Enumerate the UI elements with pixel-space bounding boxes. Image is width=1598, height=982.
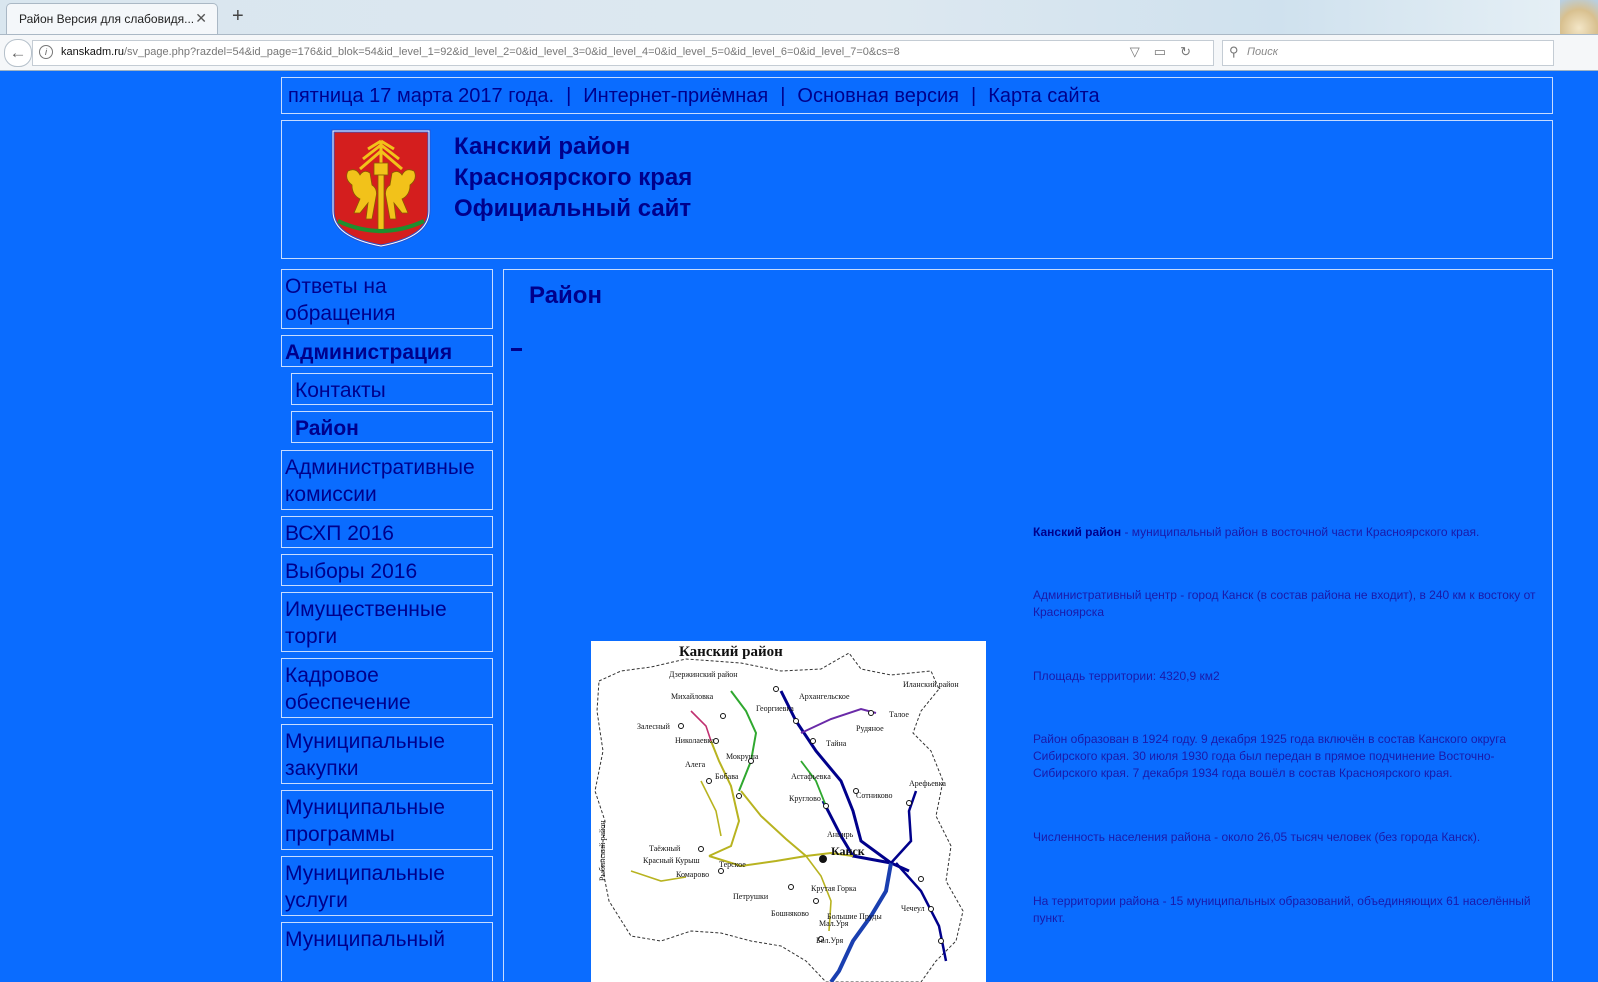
map-label: Комарово: [676, 870, 709, 879]
sidebar-item-district[interactable]: Район: [291, 411, 493, 443]
top-info-bar: пятница 17 марта 2017 года. | Интернет-при…: [281, 77, 1553, 114]
map-label: Дзержинский район: [669, 670, 738, 679]
info-text: - муниципальный район в восточной части …: [1121, 525, 1480, 539]
map-label: Бобава: [715, 772, 739, 781]
info-paragraph: На территории района - 15 муниципальных …: [1033, 893, 1543, 927]
page-title: Район: [529, 282, 602, 309]
sidebar-item-services[interactable]: Муниципальные услуги: [281, 856, 493, 916]
info-paragraph: Канский район - муниципальный район в во…: [1033, 524, 1543, 541]
dash-marker: [511, 348, 522, 351]
map-label: Петрушки: [733, 892, 769, 901]
sidebar-item-administration[interactable]: Администрация: [281, 335, 493, 367]
map-label: Бошняково: [771, 909, 809, 918]
search-icon: ⚲: [1229, 44, 1239, 59]
sidebar-item-programs[interactable]: Муниципальные программы: [281, 790, 493, 850]
separator: |: [566, 85, 572, 107]
map-label: Красный Курыш: [643, 856, 700, 865]
info-paragraph: Административный центр - город Канск (в …: [1033, 587, 1543, 621]
link-sitemap[interactable]: Карта сайта: [988, 85, 1099, 107]
sidebar-item-municipal[interactable]: Муниципальный: [281, 922, 493, 981]
reader-view-icon[interactable]: ▭: [1154, 44, 1180, 59]
browser-tab[interactable]: Район Версия для слабовидя... ✕: [6, 3, 218, 34]
navigation-bar: ← i kanskadm.ru/sv_page.php?razdel=54&id…: [0, 34, 1598, 70]
current-date: пятница 17 марта 2017 года.: [288, 85, 555, 107]
map-label: Михайловка: [671, 692, 714, 701]
map-label: Сотниково: [856, 791, 893, 800]
map-label: Георгиевка: [756, 704, 794, 713]
main-content: Район Канский район Дзержинский район Ил…: [503, 269, 1553, 982]
map-label: Анцирь: [827, 830, 854, 839]
map-label: Крутая Горка: [811, 884, 857, 893]
site-title-line: Официальный сайт: [454, 195, 692, 222]
map-title: Канский район: [679, 644, 783, 660]
site-info-icon[interactable]: i: [39, 45, 53, 59]
map-label: Рудяное: [856, 724, 884, 733]
info-text: Район образован в 1924 году. 9 декабря 1…: [1033, 732, 1507, 780]
info-text: Площадь территории: 4320,9 км2: [1033, 669, 1220, 683]
map-label: Канск: [831, 844, 865, 858]
tab-title: Район Версия для слабовидя...: [19, 12, 195, 26]
map-label: Рыбинский район: [598, 820, 607, 881]
separator: |: [970, 85, 977, 107]
map-label: Круглово: [789, 794, 821, 803]
search-placeholder: Поиск: [1247, 46, 1278, 58]
coat-of-arms-icon: [331, 129, 431, 247]
map-label: Николаевка: [675, 736, 715, 745]
info-text: Численность населения района - около 26,…: [1033, 830, 1481, 844]
map-label: Таёжный: [649, 844, 681, 853]
map-label: Терское: [719, 860, 746, 869]
search-bar[interactable]: ⚲ Поиск: [1222, 40, 1554, 66]
dropdown-icon[interactable]: ▽: [1130, 44, 1154, 59]
sidebar-item-procurement[interactable]: Муниципальные закупки: [281, 724, 493, 784]
map-label: Чечеул: [901, 904, 925, 913]
url-text: kanskadm.ru/sv_page.php?razdel=54&id_pag…: [61, 46, 900, 58]
site-title-line: Красноярского края: [454, 164, 693, 191]
sidebar-item-answers[interactable]: Ответы на обращения: [281, 269, 493, 329]
map-label: Залесный: [637, 722, 671, 731]
link-reception[interactable]: Интернет-приёмная: [583, 85, 768, 107]
site-title: Канский район Красноярского края Официал…: [454, 131, 692, 224]
info-text: На территории района - 15 муниципальных …: [1033, 894, 1531, 925]
map-label: Мокруша: [726, 752, 759, 761]
info-paragraph: Площадь территории: 4320,9 км2: [1033, 668, 1543, 685]
reload-icon[interactable]: ↻: [1180, 44, 1205, 59]
map-label: Арефьевка: [909, 779, 946, 788]
site-title-line: Канский район: [454, 133, 631, 160]
sidebar-item-vshp-2016[interactable]: ВСХП 2016: [281, 516, 493, 548]
map-label: Алега: [685, 760, 706, 769]
close-tab-icon[interactable]: ✕: [195, 10, 207, 27]
info-paragraph: Район образован в 1924 году. 9 декабря 1…: [1033, 731, 1543, 782]
sidebar-item-admin-commissions[interactable]: Административные комиссии: [281, 450, 493, 510]
map-label: Тайна: [826, 739, 847, 748]
address-bar[interactable]: i kanskadm.ru/sv_page.php?razdel=54&id_p…: [32, 40, 1214, 66]
info-paragraph: Численность населения района - около 26,…: [1033, 829, 1543, 846]
separator: |: [780, 85, 786, 107]
url-actions: ▽▭↻: [1130, 44, 1205, 60]
link-main-version[interactable]: Основная версия: [797, 85, 959, 107]
back-button[interactable]: ←: [4, 39, 32, 67]
district-map: Канский район Дзержинский район Иланский…: [591, 641, 986, 982]
new-tab-button[interactable]: +: [232, 5, 244, 28]
site-header: Канский район Красноярского края Официал…: [281, 120, 1553, 259]
sidebar-item-property-auctions[interactable]: Имущественные торги: [281, 592, 493, 652]
sidebar-item-elections-2016[interactable]: Выборы 2016: [281, 554, 493, 586]
map-label: Талое: [889, 710, 909, 719]
url-host: kanskadm.ru: [61, 46, 124, 58]
url-path: /sv_page.php?razdel=54&id_page=176&id_bl…: [123, 46, 900, 58]
browser-chrome: Район Версия для слабовидя... ✕ + ← i ka…: [0, 0, 1598, 71]
map-label: Иланский район: [903, 680, 959, 689]
info-bold: Канский район: [1033, 525, 1122, 539]
sidebar-item-contacts[interactable]: Контакты: [291, 373, 493, 405]
sidebar-item-staffing[interactable]: Кадровое обеспечение: [281, 658, 493, 718]
map-label: Астафьевка: [791, 772, 831, 781]
map-label: Бол.Уря: [816, 936, 843, 945]
map-label: Архангельское: [799, 692, 850, 701]
map-label: Большие Пруды: [827, 912, 882, 921]
info-text: Административный центр - город Канск (в …: [1033, 588, 1536, 619]
